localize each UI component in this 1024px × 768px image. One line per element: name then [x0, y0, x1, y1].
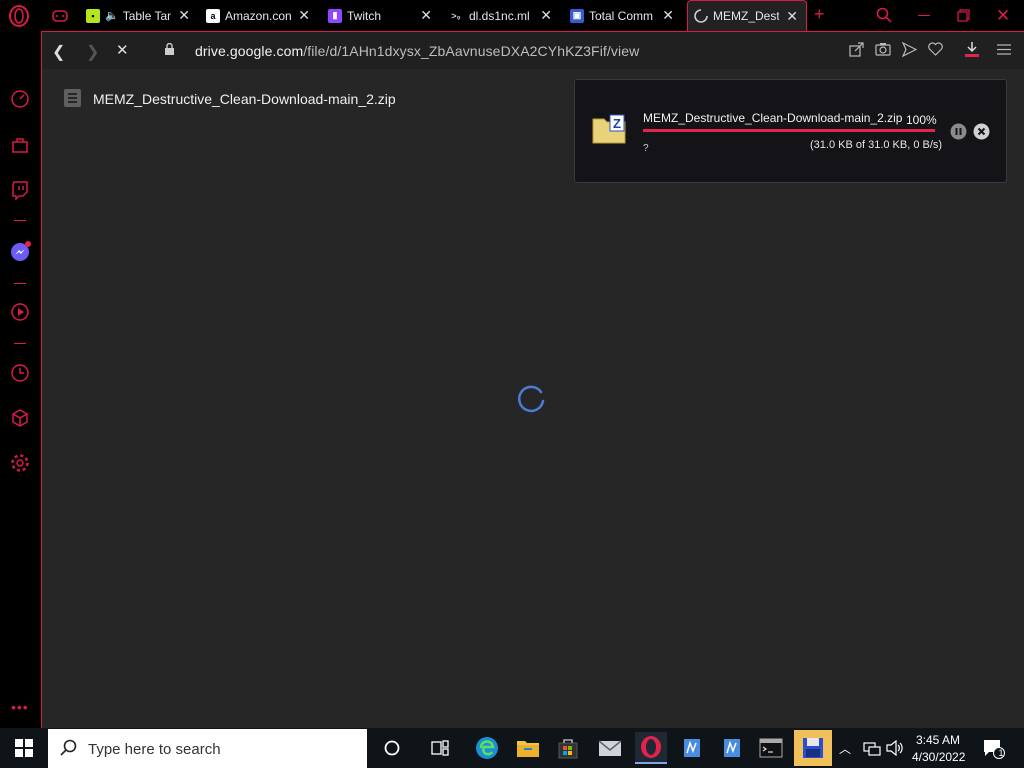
- url-domain: drive.google.com: [195, 43, 304, 59]
- volume-icon[interactable]: [886, 739, 904, 761]
- twitch-icon: ▮: [328, 8, 342, 23]
- twitch-sidebar-icon[interactable]: [10, 180, 30, 201]
- gamepad-icon[interactable]: [52, 9, 68, 23]
- tab-dl-ds1nc[interactable]: >₉ dl.ds1nc.ml ✕: [448, 0, 558, 31]
- close-window-button[interactable]: ✕: [996, 6, 1010, 26]
- shopping-icon[interactable]: [10, 135, 30, 155]
- close-tab-icon[interactable]: ✕: [420, 8, 432, 22]
- address-bar[interactable]: drive.google.com/file/d/1AHn1dxysx_ZbAav…: [195, 43, 639, 59]
- network-icon[interactable]: [863, 740, 881, 761]
- tab-title: Amazon.con: [225, 8, 291, 23]
- restore-button[interactable]: [957, 9, 970, 27]
- close-tab-icon[interactable]: ✕: [786, 9, 798, 23]
- terminal-icon: >₉: [451, 10, 461, 21]
- camera-icon[interactable]: [875, 42, 891, 61]
- speed-dial-icon[interactable]: [10, 89, 30, 109]
- floppy-icon: ▣: [570, 8, 584, 23]
- download-status: ?: [643, 143, 649, 154]
- file-explorer-icon[interactable]: [512, 732, 544, 764]
- send-icon[interactable]: [901, 41, 918, 62]
- store-icon[interactable]: [552, 732, 584, 764]
- loading-spinner-icon: [694, 9, 708, 23]
- minimize-button[interactable]: [918, 15, 930, 16]
- tab-title: MEMZ_Destr: [713, 9, 779, 23]
- download-progress-bar: [643, 129, 935, 132]
- lock-icon: [164, 42, 175, 61]
- svg-text:Z: Z: [613, 116, 621, 131]
- file-type-icon: [64, 89, 81, 112]
- tab-title: Total Comma: [589, 8, 653, 23]
- tab-title: Twitch: [347, 8, 382, 23]
- cancel-download-button[interactable]: [973, 123, 990, 145]
- tab-table-tan[interactable]: ▪ 🔈 Table Tan ✕: [86, 0, 196, 31]
- url-path: /file/d/1AHn1dxysx_ZbAavnuseDXA2CYhKZ3Fi…: [303, 43, 640, 59]
- settings-icon[interactable]: [10, 453, 30, 473]
- tab-title: dl.ds1nc.ml: [469, 8, 530, 23]
- windows-start-icon[interactable]: [15, 739, 33, 762]
- search-icon: [60, 739, 78, 762]
- search-tabs-icon[interactable]: [876, 7, 892, 28]
- history-icon[interactable]: [10, 363, 30, 383]
- tab-twitch[interactable]: ▮ Twitch ✕: [328, 0, 438, 31]
- loading-spinner: [515, 383, 547, 420]
- amazon-icon: a: [206, 8, 220, 23]
- close-tab-icon[interactable]: ✕: [540, 8, 552, 22]
- edge-icon[interactable]: [471, 732, 503, 764]
- player-icon[interactable]: [10, 302, 30, 322]
- opera-logo-icon[interactable]: [8, 5, 30, 27]
- show-hidden-icons-button[interactable]: ︿: [839, 740, 851, 757]
- extensions-icon[interactable]: [10, 408, 30, 428]
- speaker-icon: 🔈: [105, 10, 119, 22]
- mail-icon[interactable]: [594, 732, 626, 764]
- close-tab-icon[interactable]: ✕: [298, 8, 310, 22]
- game-icon: ▪: [86, 8, 100, 23]
- notification-count-badge: 1: [998, 748, 1004, 758]
- sidebar-separator: [14, 343, 26, 344]
- share-icon[interactable]: [849, 42, 864, 62]
- easy-setup-icon[interactable]: [997, 43, 1011, 61]
- download-size: (31.0 KB of 31.0 KB, 0 B/s): [810, 139, 943, 151]
- tab-memz-active[interactable]: MEMZ_Destr ✕: [687, 0, 807, 31]
- notepad-app-icon[interactable]: [676, 732, 708, 764]
- close-tab-icon[interactable]: ✕: [178, 8, 190, 22]
- sidebar: •••: [0, 31, 41, 728]
- pause-download-button[interactable]: [950, 123, 967, 145]
- zip-folder-icon: Z: [592, 113, 626, 150]
- more-options-icon[interactable]: •••: [11, 699, 29, 715]
- downloads-icon[interactable]: [963, 41, 981, 63]
- tab-amazon[interactable]: a Amazon.con ✕: [206, 0, 316, 31]
- writer-app-icon[interactable]: [716, 732, 748, 764]
- total-commander-icon[interactable]: [794, 730, 832, 766]
- sidebar-separator: [14, 220, 26, 221]
- cortana-icon[interactable]: [376, 732, 408, 764]
- heart-icon[interactable]: [928, 42, 943, 61]
- tab-total-commander[interactable]: ▣ Total Comma ✕: [570, 0, 680, 31]
- new-tab-button[interactable]: +: [814, 4, 825, 25]
- close-tab-icon[interactable]: ✕: [662, 8, 674, 22]
- sidebar-separator: [14, 283, 26, 284]
- download-percent: 100%: [906, 113, 937, 127]
- task-view-icon[interactable]: [424, 732, 456, 764]
- clock-date[interactable]: 4/30/2022: [912, 750, 965, 764]
- drive-file-name: MEMZ_Destructive_Clean-Download-main_2.z…: [93, 91, 396, 107]
- tab-title: Table Tan: [122, 8, 171, 23]
- opera-taskbar-icon[interactable]: [635, 732, 667, 764]
- messenger-icon[interactable]: [10, 241, 31, 261]
- back-button[interactable]: ❮: [52, 42, 65, 62]
- command-prompt-icon[interactable]: [755, 732, 787, 764]
- search-placeholder: Type here to search: [88, 741, 221, 758]
- forward-button[interactable]: ❯: [86, 42, 99, 62]
- clock-time[interactable]: 3:45 AM: [916, 733, 960, 747]
- download-file-name[interactable]: MEMZ_Destructive_Clean-Download-main_2.z…: [643, 111, 902, 125]
- stop-loading-button[interactable]: ✕: [116, 41, 129, 59]
